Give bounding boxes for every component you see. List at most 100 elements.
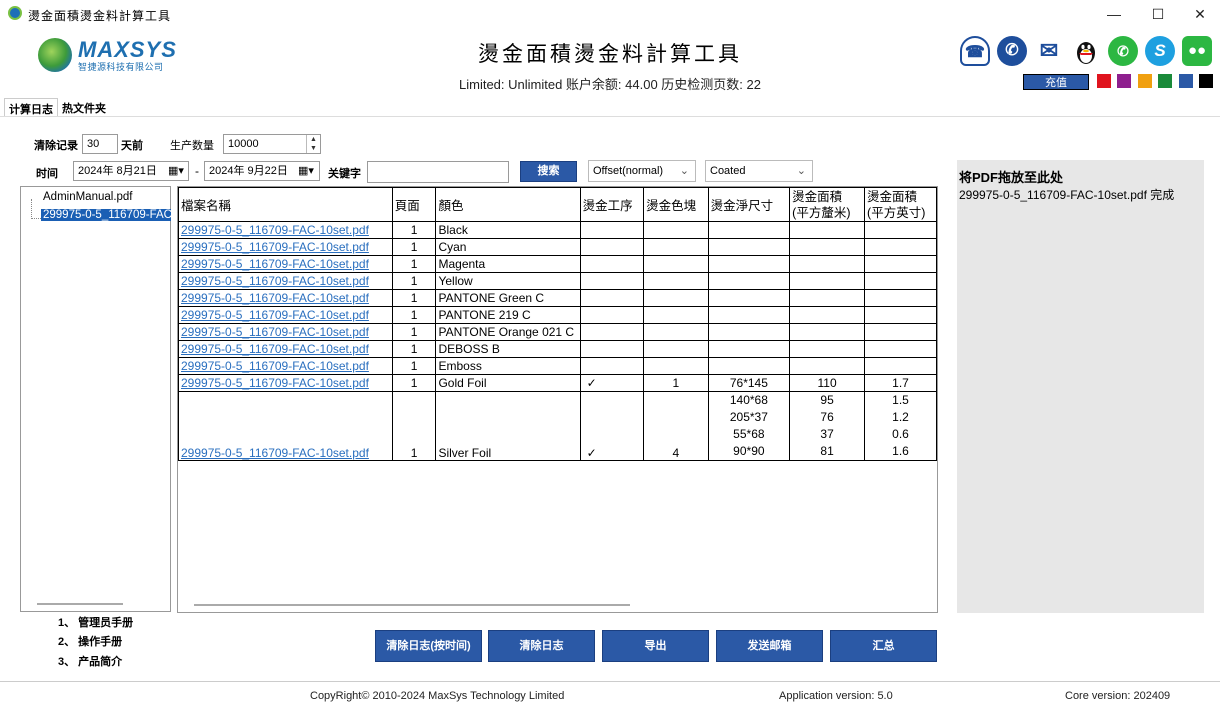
link-admin-manual[interactable]: 1、 管理员手册	[58, 614, 133, 630]
cell-page: 1	[391, 289, 437, 307]
file-link[interactable]: 299975-0-5_116709-FAC-10set.pdf	[181, 291, 369, 305]
cell-process	[579, 323, 645, 341]
drop-zone[interactable]	[957, 160, 1204, 613]
tree-item-selected-file[interactable]: 299975-0-5_116709-FAC	[41, 209, 171, 221]
theme-swatch-orange[interactable]	[1138, 74, 1152, 88]
tab-hot-folder[interactable]: 热文件夹	[58, 98, 110, 116]
cell-area-in2	[864, 306, 937, 324]
cell-blocks	[643, 238, 709, 256]
keyword-input[interactable]	[367, 161, 509, 183]
cell-color: Gold Foil	[435, 374, 581, 392]
table-row[interactable]: 299975-0-5_116709-FAC-10set.pdf 1 PANTONE …	[178, 289, 937, 307]
wechat-icon[interactable]: ●●	[1182, 36, 1212, 66]
col-header-blocks[interactable]: 燙金色塊	[643, 187, 709, 222]
paper-select[interactable]: Coated ⌄	[705, 160, 813, 182]
whatsapp-icon[interactable]: ✆	[1108, 36, 1138, 66]
cell-size	[707, 323, 791, 341]
cell-line: 140*68	[729, 393, 768, 407]
tab-calc-log[interactable]: 计算日志	[4, 98, 58, 116]
summary-button[interactable]: 汇总	[830, 630, 937, 662]
support-icon[interactable]: ☎	[960, 36, 990, 66]
phone-icon[interactable]: ✆	[997, 36, 1027, 66]
cell-blocks	[643, 357, 709, 375]
footer-divider	[0, 681, 1220, 682]
table-row[interactable]: 299975-0-5_116709-FAC-10set.pdf 1 Gold Foi…	[178, 374, 937, 392]
cell-line: 81	[820, 444, 834, 458]
stepper-arrows-icon[interactable]: ▲ ▼	[306, 135, 320, 153]
grid-scrollbar[interactable]	[194, 604, 630, 606]
cell-process	[579, 255, 645, 273]
clear-days-input[interactable]: 30	[82, 134, 118, 154]
results-grid[interactable]: 檔案名稱 頁面 顏色 燙金工序 燙金色塊 燙金淨尺寸 燙金面積 (平方釐米) 燙…	[177, 186, 938, 613]
col-header-file[interactable]: 檔案名稱	[178, 187, 393, 222]
mail-icon[interactable]: ✉	[1034, 36, 1064, 66]
col-header-color[interactable]: 顏色	[435, 187, 581, 222]
cell-line: 1.6	[892, 444, 909, 458]
time-label: 时间	[36, 168, 58, 180]
qq-icon[interactable]	[1071, 36, 1101, 66]
table-row[interactable]: 299975-0-5_116709-FAC-10set.pdf 1 PANTONE …	[178, 323, 937, 341]
file-link[interactable]: 299975-0-5_116709-FAC-10set.pdf	[181, 325, 369, 339]
copyright-text: CopyRight© 2010-2024 MaxSys Technology L…	[310, 690, 565, 702]
clear-log-button[interactable]: 清除日志	[488, 630, 595, 662]
close-button[interactable]: ✕	[1180, 3, 1220, 25]
cell-process: ✓	[579, 391, 645, 461]
table-row[interactable]: 299975-0-5_116709-FAC-10set.pdf 1 Silver F…	[178, 391, 937, 461]
search-button[interactable]: 搜索	[520, 161, 577, 182]
file-link[interactable]: 299975-0-5_116709-FAC-10set.pdf	[181, 359, 369, 373]
table-row[interactable]: 299975-0-5_116709-FAC-10set.pdf 1 Magenta	[178, 255, 937, 273]
cell-page: 1	[391, 391, 437, 461]
cell-line: 95	[820, 393, 834, 407]
table-row[interactable]: 299975-0-5_116709-FAC-10set.pdf 1 Cyan	[178, 238, 937, 256]
table-row[interactable]: 299975-0-5_116709-FAC-10set.pdf 1 DEBOSS B	[178, 340, 937, 358]
file-link[interactable]: 299975-0-5_116709-FAC-10set.pdf	[181, 342, 369, 356]
file-link[interactable]: 299975-0-5_116709-FAC-10set.pdf	[181, 257, 369, 271]
theme-swatch-blue[interactable]	[1179, 74, 1193, 88]
clear-log-by-time-button[interactable]: 清除日志(按时间)	[375, 630, 482, 662]
theme-swatch-red[interactable]	[1097, 74, 1111, 88]
file-link[interactable]: 299975-0-5_116709-FAC-10set.pdf	[181, 274, 369, 288]
export-button[interactable]: 导出	[602, 630, 709, 662]
theme-swatch-green[interactable]	[1158, 74, 1172, 88]
file-tree[interactable]: AdminManual.pdf 299975-0-5_116709-FAC	[20, 186, 171, 612]
cell-area-cm2	[789, 340, 866, 358]
chevron-down-icon: ⌄	[796, 165, 806, 177]
calendar-icon[interactable]: ▦▾	[298, 164, 314, 177]
link-product-intro[interactable]: 3、 产品简介	[58, 653, 122, 669]
minimize-button[interactable]: —	[1094, 3, 1134, 25]
file-link[interactable]: 299975-0-5_116709-FAC-10set.pdf	[181, 223, 369, 237]
print-mode-value: Offset(normal)	[593, 165, 664, 177]
link-operation-manual[interactable]: 2、 操作手册	[58, 633, 122, 649]
file-link[interactable]: 299975-0-5_116709-FAC-10set.pdf	[181, 376, 369, 390]
col-header-area-cm2[interactable]: 燙金面積 (平方釐米)	[789, 187, 866, 222]
cell-area-cm2	[789, 323, 866, 341]
tree-item-admin-manual[interactable]: AdminManual.pdf	[43, 191, 133, 203]
drop-zone-title: 将PDF拖放至此处	[959, 170, 1064, 185]
cell-area-in2	[864, 255, 937, 273]
theme-swatch-purple[interactable]	[1117, 74, 1131, 88]
cell-page: 1	[391, 374, 437, 392]
table-row[interactable]: 299975-0-5_116709-FAC-10set.pdf 1 Black	[178, 221, 937, 239]
col-header-process[interactable]: 燙金工序	[579, 187, 645, 222]
theme-swatch-black[interactable]	[1199, 74, 1213, 88]
cell-page: 1	[391, 357, 437, 375]
col-header-area-in2[interactable]: 燙金面積 (平方英寸)	[864, 187, 937, 222]
file-link[interactable]: 299975-0-5_116709-FAC-10set.pdf	[181, 308, 369, 322]
maximize-button[interactable]: ☐	[1138, 3, 1178, 25]
skype-icon[interactable]: S	[1145, 36, 1175, 66]
col-header-size[interactable]: 燙金淨尺寸	[707, 187, 791, 222]
cell-file: 299975-0-5_116709-FAC-10set.pdf	[178, 255, 393, 273]
tree-scrollbar[interactable]	[37, 603, 123, 605]
table-row[interactable]: 299975-0-5_116709-FAC-10set.pdf 1 PANTONE …	[178, 306, 937, 324]
col-header-page[interactable]: 頁面	[391, 187, 437, 222]
table-row[interactable]: 299975-0-5_116709-FAC-10set.pdf 1 Emboss	[178, 357, 937, 375]
file-link[interactable]: 299975-0-5_116709-FAC-10set.pdf	[181, 240, 369, 254]
table-row[interactable]: 299975-0-5_116709-FAC-10set.pdf 1 Yellow	[178, 272, 937, 290]
cell-size	[707, 340, 791, 358]
file-link[interactable]: 299975-0-5_116709-FAC-10set.pdf	[181, 446, 369, 460]
send-email-button[interactable]: 发送邮箱	[716, 630, 823, 662]
print-mode-select[interactable]: Offset(normal) ⌄	[588, 160, 696, 182]
recharge-button[interactable]: 充值	[1023, 74, 1089, 90]
cell-process	[579, 272, 645, 290]
calendar-icon[interactable]: ▦▾	[168, 164, 184, 177]
